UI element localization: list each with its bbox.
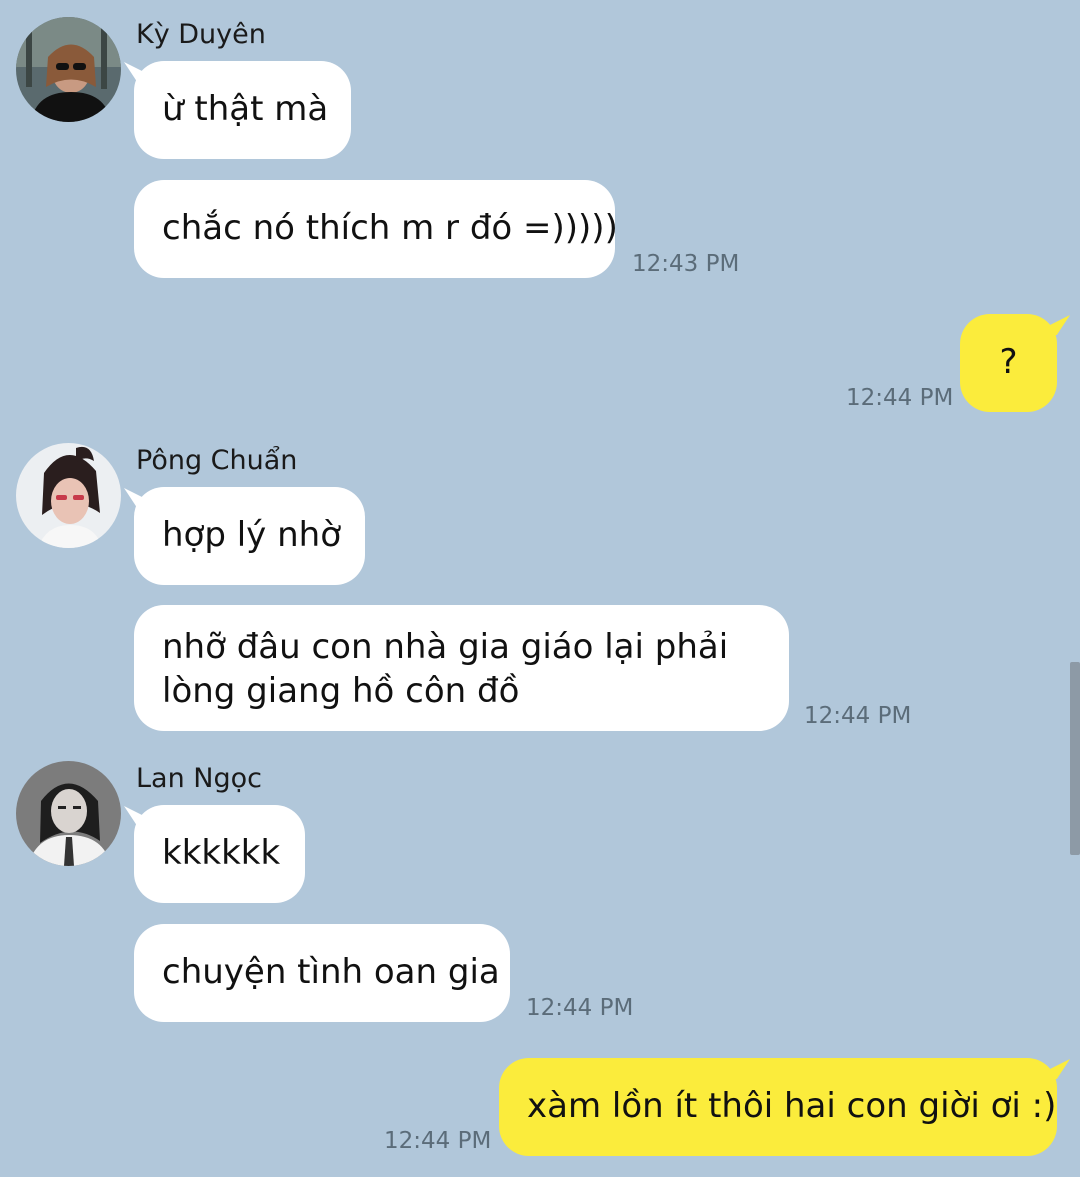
outgoing-message-bubble[interactable]: ?	[960, 314, 1057, 412]
message-bubble[interactable]: kkkkkk	[134, 805, 305, 903]
message-bubble[interactable]: ừ thật mà	[134, 61, 351, 159]
sender-name: Lan Ngọc	[136, 763, 262, 794]
message-timestamp: 12:44 PM	[384, 1128, 492, 1154]
avatar-photo	[16, 443, 121, 548]
sender-name: Pông Chuẩn	[136, 445, 298, 476]
message-bubble[interactable]: hợp lý nhờ	[134, 487, 365, 585]
message-timestamp: 12:44 PM	[526, 995, 634, 1021]
avatar-photo	[16, 17, 121, 122]
message-timestamp: 12:44 PM	[846, 385, 954, 411]
bubble-tail	[1048, 1059, 1070, 1079]
message-bubble[interactable]: chuyện tình oan gia	[134, 924, 510, 1022]
avatar-ky-duyen[interactable]	[16, 17, 121, 122]
scrollbar-thumb[interactable]	[1070, 662, 1080, 855]
avatar-pong-chuan[interactable]	[16, 443, 121, 548]
outgoing-message-bubble[interactable]: xàm lồn ít thôi hai con giời ơi :)	[499, 1058, 1057, 1156]
bubble-tail	[1048, 315, 1070, 335]
avatar-photo	[16, 761, 121, 866]
message-bubble[interactable]: chắc nó thích m r đó =)))))	[134, 180, 618, 278]
message-bubble[interactable]: nhỡ đâu con nhà gia giáo lại phải lòng g…	[134, 605, 789, 731]
avatar-lan-ngoc[interactable]	[16, 761, 121, 866]
message-timestamp: 12:43 PM	[632, 251, 740, 277]
message-timestamp: 12:44 PM	[804, 703, 912, 729]
sender-name: Kỳ Duyên	[136, 19, 266, 50]
